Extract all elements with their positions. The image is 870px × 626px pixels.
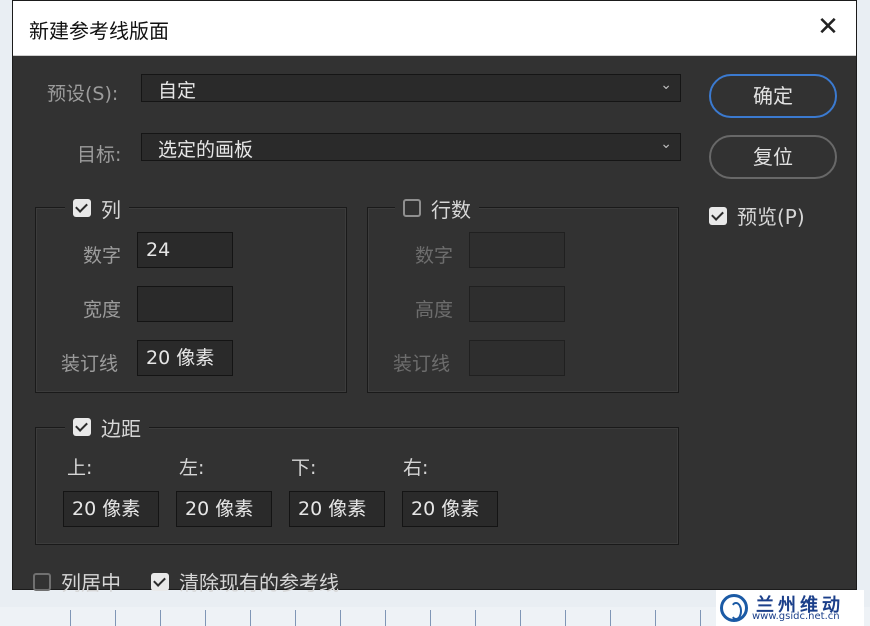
close-icon[interactable]: ✕	[812, 11, 844, 43]
margin-legend[interactable]: 边距	[65, 415, 149, 441]
guide-tick	[655, 610, 656, 626]
target-dropdown[interactable]: 选定的画板 ⌄	[141, 133, 681, 161]
preset-label: 预设(S):	[47, 83, 119, 105]
guide-tick	[295, 610, 296, 626]
ok-button[interactable]: 确定	[709, 74, 837, 118]
margin-top-label: 上:	[67, 457, 93, 479]
columns-checkbox[interactable]	[73, 199, 91, 217]
new-guide-layout-dialog: 新建参考线版面 ✕ 预设(S): 自定 ⌄ 目标: 选定的画板 ⌄ 确定 复位 …	[12, 0, 857, 595]
logo-url: www.gsidc.net.cn	[752, 611, 840, 622]
margin-top-input[interactable]: 20 像素	[63, 491, 159, 527]
target-value: 选定的画板	[158, 139, 254, 161]
margin-right-label: 右:	[403, 457, 429, 479]
guide-tick	[250, 610, 251, 626]
rows-gutter-label: 装订线	[393, 353, 451, 375]
rows-checkbox[interactable]	[403, 199, 421, 217]
dialog-title: 新建参考线版面	[29, 19, 169, 43]
preset-dropdown[interactable]: 自定 ⌄	[141, 74, 681, 102]
rows-label: 行数	[431, 197, 471, 222]
guide-tick	[160, 610, 161, 626]
margin-bottom-label: 下:	[291, 457, 317, 479]
preview-checkbox[interactable]	[709, 206, 727, 225]
margin-right-input[interactable]: 20 像素	[402, 491, 498, 527]
preview-option[interactable]: 预览(P)	[709, 201, 805, 230]
margin-bottom-input[interactable]: 20 像素	[289, 491, 385, 527]
guide-tick	[205, 610, 206, 626]
columns-number-input[interactable]: 24	[137, 232, 233, 268]
margin-left-input[interactable]: 20 像素	[176, 491, 272, 527]
clear-guides-checkbox[interactable]	[151, 572, 169, 591]
center-columns-label: 列居中	[61, 571, 121, 595]
center-columns-checkbox[interactable]	[33, 572, 51, 591]
title-bar: 新建参考线版面 ✕	[13, 1, 856, 56]
guide-tick	[565, 610, 566, 626]
columns-gutter-input[interactable]: 20 像素	[137, 340, 233, 376]
columns-gutter-label: 装订线	[61, 353, 119, 375]
clear-guides-label: 清除现有的参考线	[179, 571, 339, 595]
target-label: 目标:	[77, 144, 122, 166]
rows-number-input[interactable]	[469, 232, 565, 268]
logo-icon	[720, 594, 748, 622]
columns-label: 列	[101, 197, 121, 222]
clear-guides-option[interactable]: 清除现有的参考线	[151, 567, 339, 596]
preset-value: 自定	[158, 80, 197, 102]
rows-height-input[interactable]	[469, 286, 565, 322]
guide-tick	[520, 610, 521, 626]
columns-number-label: 数字	[83, 245, 122, 267]
center-columns-option[interactable]: 列居中	[33, 567, 121, 596]
rows-gutter-input[interactable]	[469, 340, 565, 376]
guide-tick	[700, 610, 701, 626]
guide-tick	[475, 610, 476, 626]
guide-tick	[340, 610, 341, 626]
guide-tick	[385, 610, 386, 626]
guide-tick	[70, 610, 71, 626]
rows-number-label: 数字	[415, 245, 454, 267]
preview-label: 预览(P)	[737, 205, 805, 229]
margin-label: 边距	[101, 416, 141, 441]
guide-tick	[610, 610, 611, 626]
margin-checkbox[interactable]	[73, 418, 91, 436]
reset-button[interactable]: 复位	[709, 135, 837, 179]
guide-tick	[115, 610, 116, 626]
chevron-down-icon: ⌄	[660, 77, 672, 93]
margin-left-label: 左:	[179, 457, 205, 479]
rows-legend[interactable]: 行数	[395, 196, 479, 222]
columns-width-input[interactable]	[137, 286, 233, 322]
columns-legend[interactable]: 列	[65, 196, 129, 222]
margin-group	[35, 427, 679, 545]
guide-tick	[430, 610, 431, 626]
columns-width-label: 宽度	[83, 299, 122, 321]
chevron-down-icon: ⌄	[660, 136, 672, 152]
watermark-logo: 兰州维动 www.gsidc.net.cn	[716, 590, 864, 626]
rows-height-label: 高度	[415, 299, 454, 321]
